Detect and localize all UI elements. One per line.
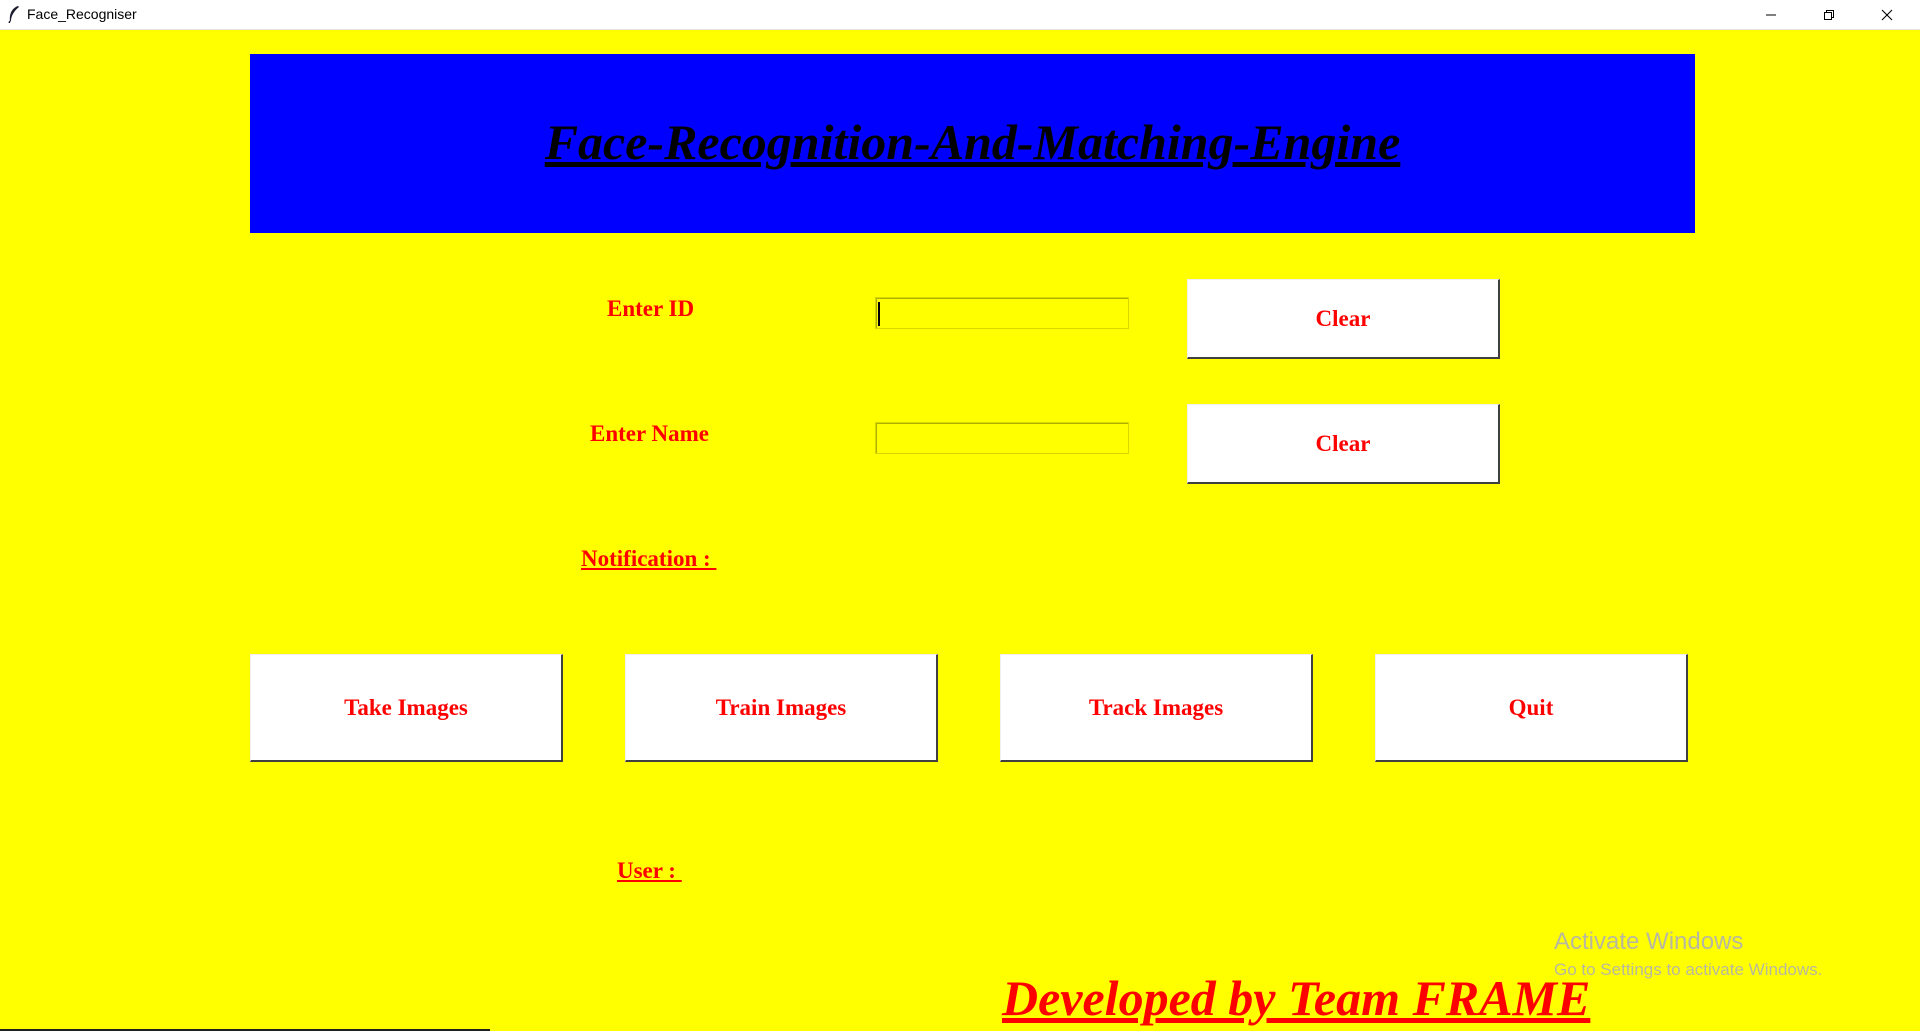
- app-window-body: Face-Recognition-And-Matching-Engine Ent…: [0, 30, 1920, 1031]
- quit-button[interactable]: Quit: [1375, 654, 1688, 762]
- id-input[interactable]: [875, 297, 1129, 329]
- train-images-button[interactable]: Train Images: [625, 654, 938, 762]
- enter-id-label: Enter ID: [607, 296, 695, 321]
- app-title: Face-Recognition-And-Matching-Engine: [544, 114, 1401, 170]
- restore-button[interactable]: [1800, 0, 1858, 29]
- enter-name-label: Enter Name: [590, 421, 710, 446]
- developer-credit: Developed by Team FRAME: [1002, 970, 1591, 1026]
- window-title: Face_Recogniser: [27, 6, 137, 22]
- window-titlebar: Face_Recogniser: [0, 0, 1920, 30]
- header-banner: Face-Recognition-And-Matching-Engine: [250, 54, 1695, 233]
- close-icon: [1881, 9, 1893, 20]
- watermark-subtitle: Go to Settings to activate Windows.: [1554, 960, 1823, 979]
- name-input[interactable]: [875, 422, 1129, 454]
- notification-label: Notification :: [581, 546, 717, 571]
- take-images-button[interactable]: Take Images: [250, 654, 563, 762]
- clear-name-button[interactable]: Clear: [1187, 404, 1500, 484]
- minimize-button[interactable]: [1742, 0, 1800, 29]
- watermark-title: Activate Windows: [1554, 928, 1744, 955]
- feather-icon: [6, 5, 22, 24]
- close-button[interactable]: [1858, 0, 1916, 29]
- minimize-icon: [1766, 14, 1776, 15]
- text-caret: [878, 302, 880, 326]
- clear-id-button[interactable]: Clear: [1187, 279, 1500, 359]
- activation-watermark: Activate Windows Go to Settings to activ…: [1554, 928, 1822, 980]
- restore-icon: [1824, 9, 1834, 20]
- track-images-button[interactable]: Track Images: [1000, 654, 1313, 762]
- user-label: User :: [617, 858, 682, 883]
